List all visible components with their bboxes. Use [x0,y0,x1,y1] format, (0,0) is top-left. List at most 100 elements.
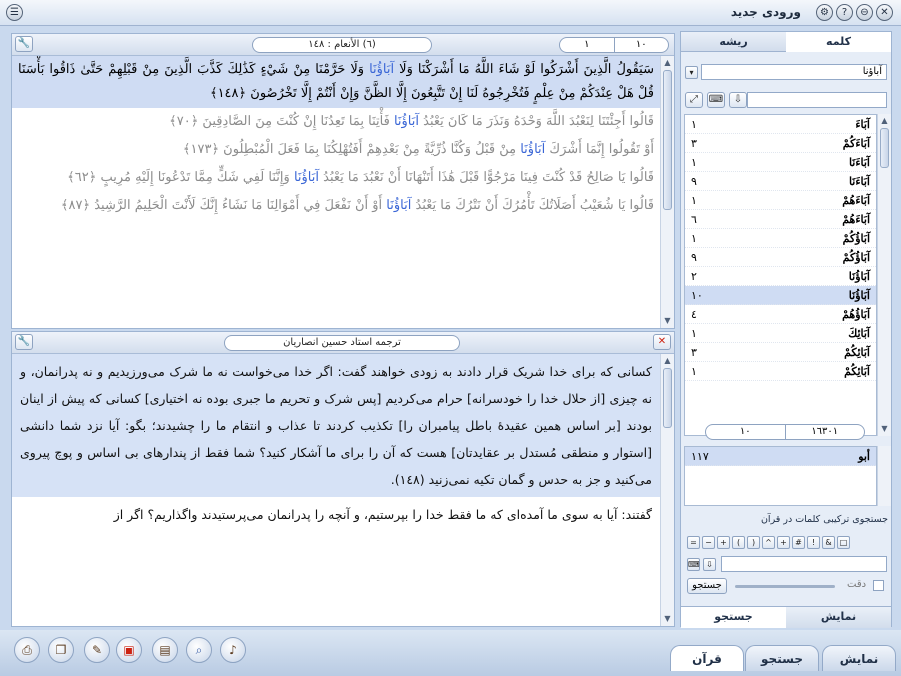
precision-slider[interactable] [735,585,835,588]
list-item[interactable]: ٩ آبَاءَنَا [685,172,876,191]
verse-list[interactable]: سَيَقُولُ الَّذِينَ أَشْرَكُوا لَوْ شَاء… [12,56,660,328]
word-count: ٩ [691,175,697,188]
word-search-input[interactable]: آباؤنا [701,64,887,80]
tab-quran[interactable]: قرآن [670,645,744,671]
print-icon[interactable]: ⎙ [14,637,40,663]
scroll-thumb[interactable] [880,128,889,168]
export-icon[interactable]: ⤢ [685,92,703,108]
word-count: ١ [691,156,697,169]
settings-icon[interactable]: ⚙ [816,4,833,21]
scroll-up-icon[interactable]: ▲ [661,57,674,69]
list-item[interactable]: ١ آبَاءَنَا [685,153,876,172]
scroll-up-icon[interactable]: ▲ [661,355,674,367]
word-text: آبَاءَكُمْ [842,137,870,150]
verse-item[interactable]: قَالُوا يَا صَالِحُ قَدْ كُنْتَ فِينَا م… [12,164,660,192]
tab-search[interactable]: جستجو [681,607,786,628]
download-icon[interactable]: ⇩ [729,92,747,108]
translation-scrollbar[interactable]: ▲ ▼ [660,354,674,626]
op-amp-button[interactable]: & [822,536,835,549]
scroll-thumb[interactable] [663,368,672,428]
surah-ayah-label[interactable]: (٦) الأنعام : ١٤٨ [252,37,432,53]
search-icon[interactable]: ⌕ [186,637,212,663]
scroll-thumb[interactable] [663,70,672,210]
verse-current[interactable]: ١ [560,38,615,52]
exact-checkbox[interactable] [873,580,884,591]
op-equal-button[interactable]: = [687,536,700,549]
scroll-down-icon[interactable]: ▼ [661,613,674,625]
word-text: آبَاءَنَا [848,156,870,169]
list-item[interactable]: ١ آبَاءَهُمْ [685,191,876,210]
keyboard-icon[interactable]: ⌨ [707,92,725,108]
list-item-selected[interactable]: ١١٧ أبو [685,447,876,466]
translation-paragraph[interactable]: گفتند: آیا به سوی ما آمده‌ای که ما فقط خ… [12,497,660,532]
close-icon[interactable]: ✕ [876,4,893,21]
op-plus2-button[interactable]: + [777,536,790,549]
scroll-up-icon[interactable]: ▲ [878,115,891,127]
list-item[interactable]: ٢ آبَاؤُنَا [685,267,876,286]
tab-root[interactable]: ریشه [681,32,786,52]
tab-display[interactable]: نمایش [786,607,891,628]
keyboard-icon[interactable]: ⌨ [687,558,700,571]
op-hash-button[interactable]: # [792,536,805,549]
combo-search-input[interactable] [721,556,887,572]
verse-item[interactable]: قَالُوا أَجِئْتَنَا لِنَعْبُدَ اللَّهَ و… [12,108,660,136]
op-plus-button[interactable]: + [717,536,730,549]
audio-icon[interactable]: ♪ [220,637,246,663]
tab-display-main[interactable]: نمایش [822,645,896,671]
op-box-button[interactable]: □ [837,536,850,549]
minimize-icon[interactable]: ⊖ [856,4,873,21]
list-item[interactable]: ٦ آبَاءَهُمْ [685,210,876,229]
word-text: آبَاؤُهُمْ [842,308,870,321]
verse-range[interactable]: ١ ١٠ [559,37,669,53]
wrench-icon[interactable]: 🔧 [15,334,33,350]
verse-item-selected[interactable]: سَيَقُولُ الَّذِينَ أَشْرَكُوا لَوْ شَاء… [12,56,660,108]
word-filter-input[interactable] [747,92,887,108]
word-list[interactable]: ١ آبَاءَ ٣ آبَاءَكُمْ ١ آبَاءَنَا ٩ آبَاءَنَ… [684,114,877,436]
translation-paragraph-selected[interactable]: کسانی که برای خدا شریک قرار دادند به زود… [12,354,660,497]
note-icon[interactable]: ▤ [152,637,178,663]
edit-icon[interactable]: ✎ [84,637,110,663]
list-item[interactable]: ٣ آبَائِكُمْ [685,343,876,362]
verse-item[interactable]: قَالُوا يَا شُعَيْبُ أَصَلَاتُكَ تَأْمُر… [12,192,660,220]
verse-text: أَوْ تَقُولُوا إِنَّمَا أَشْرَكَ [545,142,654,157]
list-item[interactable]: ١ آبَاءَ [685,115,876,134]
scroll-down-icon[interactable]: ▼ [878,423,891,435]
help-icon[interactable]: ? [836,4,853,21]
app-menu-icon[interactable]: ☰ [6,4,23,21]
scroll-down-icon[interactable]: ▼ [661,315,674,327]
download-icon[interactable]: ⇩ [703,558,716,571]
bookmark-icon[interactable]: ▣ [116,637,142,663]
word-text: آبَائِكُمْ [844,346,870,359]
word-text: آبَاءَهُمْ [842,213,870,226]
word-list-scrollbar[interactable]: ▲ ▼ [877,114,891,436]
list-item[interactable]: ١ آبَاؤُكُمْ [685,229,876,248]
list-item[interactable]: ٩ آبَاؤُكُمْ [685,248,876,267]
translator-name[interactable]: ترجمه استاد حسین انصاریان [224,335,460,351]
list-item[interactable]: ٤ آبَاؤُهُمْ [685,305,876,324]
verse-scrollbar[interactable]: ▲ ▼ [660,56,674,328]
list-item-selected[interactable]: ١٠ آبَاؤُنَا [685,286,876,305]
root-list-scrollbar[interactable] [877,446,891,506]
op-close-paren-button[interactable]: ) [747,536,760,549]
copy-icon[interactable]: ❐ [48,637,74,663]
root-list[interactable]: ١١٧ أبو [684,446,877,506]
clear-icon[interactable]: ▾ [685,66,698,79]
list-item[interactable]: ١ آبَائِكَ [685,324,876,343]
verse-toolbar: 🔧 (٦) الأنعام : ١٤٨ ١ ١٠ [12,34,674,56]
search-button[interactable]: جستجو [687,578,727,594]
tab-word[interactable]: کلمه [786,32,891,52]
translation-text-area[interactable]: کسانی که برای خدا شریک قرار دادند به زود… [12,354,660,626]
op-bang-button[interactable]: ! [807,536,820,549]
counter-left: ١٠ [706,425,786,439]
list-item[interactable]: ٣ آبَاءَكُمْ [685,134,876,153]
tab-search-main[interactable]: جستجو [745,645,819,671]
verse-item[interactable]: أَوْ تَقُولُوا إِنَّمَا أَشْرَكَ آبَاؤُن… [12,136,660,164]
op-caret-button[interactable]: ^ [762,536,775,549]
op-open-paren-button[interactable]: ( [732,536,745,549]
op-minus-button[interactable]: − [702,536,715,549]
title-bar: ورودی جدید ☰ ✕ ⊖ ? ⚙ [0,0,901,26]
wrench-icon[interactable]: 🔧 [15,36,33,52]
verse-text: قَالُوا أَجِئْتَنَا لِنَعْبُدَ اللَّهَ و… [419,114,654,129]
list-item[interactable]: ١ آبَائِكُمْ [685,362,876,381]
close-icon[interactable]: ✕ [653,334,671,350]
